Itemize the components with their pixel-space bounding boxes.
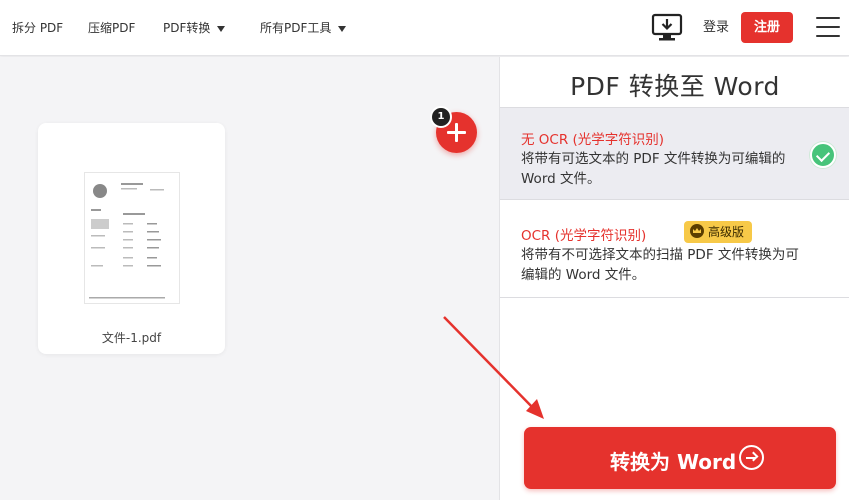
nav-compress-pdf[interactable]: 压缩PDF — [88, 0, 135, 56]
option-ocr-title: OCR (光学字符识别) — [521, 228, 647, 244]
option-no-ocr-title: 无 OCR (光学字符识别) — [521, 132, 665, 148]
chevron-down-icon — [338, 25, 347, 32]
option-ocr[interactable]: OCR (光学字符识别) 高级版 将带有不可选择文本的扫描 PDF 文件转换为可… — [500, 200, 849, 298]
top-nav-bar: 拆分 PDF 压缩PDF PDF转换 所有PDF工具 登录 注册 — [0, 0, 849, 56]
register-button[interactable]: 注册 — [741, 12, 793, 43]
premium-badge: 高级版 — [684, 221, 753, 243]
nav-split-label: 拆分 PDF — [12, 21, 64, 35]
pdf-page-preview-icon — [89, 183, 165, 299]
nav-convert-label: PDF转换 — [163, 21, 211, 35]
chevron-down-icon — [217, 25, 226, 32]
option-ocr-desc: 将带有不可选择文本的扫描 PDF 文件转换为可编辑的 Word 文件。 — [521, 247, 799, 283]
convert-button-label: 转换为 Word — [610, 450, 737, 474]
arrow-right-circle-icon — [739, 445, 764, 470]
crown-icon — [690, 224, 704, 238]
file-count-badge: 1 — [430, 106, 452, 128]
file-name-label: 文件-1.pdf — [101, 331, 162, 345]
option-no-ocr-desc: 将带有可选文本的 PDF 文件转换为可编辑的 Word 文件。 — [521, 151, 786, 187]
panel-title: PDF 转换至 Word — [570, 72, 780, 101]
file-card[interactable]: 文件-1.pdf — [38, 123, 225, 354]
nav-all-tools[interactable]: 所有PDF工具 — [260, 0, 347, 56]
desktop-download-icon[interactable] — [651, 13, 683, 43]
file-workspace: 文件-1.pdf 1 — [0, 57, 499, 500]
option-no-ocr[interactable]: 无 OCR (光学字符识别) 将带有可选文本的 PDF 文件转换为可编辑的 Wo… — [500, 107, 849, 200]
convert-to-word-button[interactable]: 转换为 Word — [524, 427, 836, 489]
nav-compress-label: 压缩PDF — [88, 21, 136, 35]
pdf-thumbnail — [84, 172, 180, 304]
nav-split-pdf[interactable]: 拆分 PDF — [12, 0, 63, 56]
hamburger-menu-icon[interactable] — [816, 17, 840, 37]
convert-options-panel: PDF 转换至 Word 无 OCR (光学字符识别) 将带有可选文本的 PDF… — [499, 57, 849, 500]
premium-badge-label: 高级版 — [708, 225, 745, 239]
login-link[interactable]: 登录 — [703, 0, 729, 56]
nav-all-tools-label: 所有PDF工具 — [260, 21, 332, 35]
nav-pdf-convert[interactable]: PDF转换 — [163, 0, 226, 56]
selected-check-icon — [810, 142, 836, 168]
